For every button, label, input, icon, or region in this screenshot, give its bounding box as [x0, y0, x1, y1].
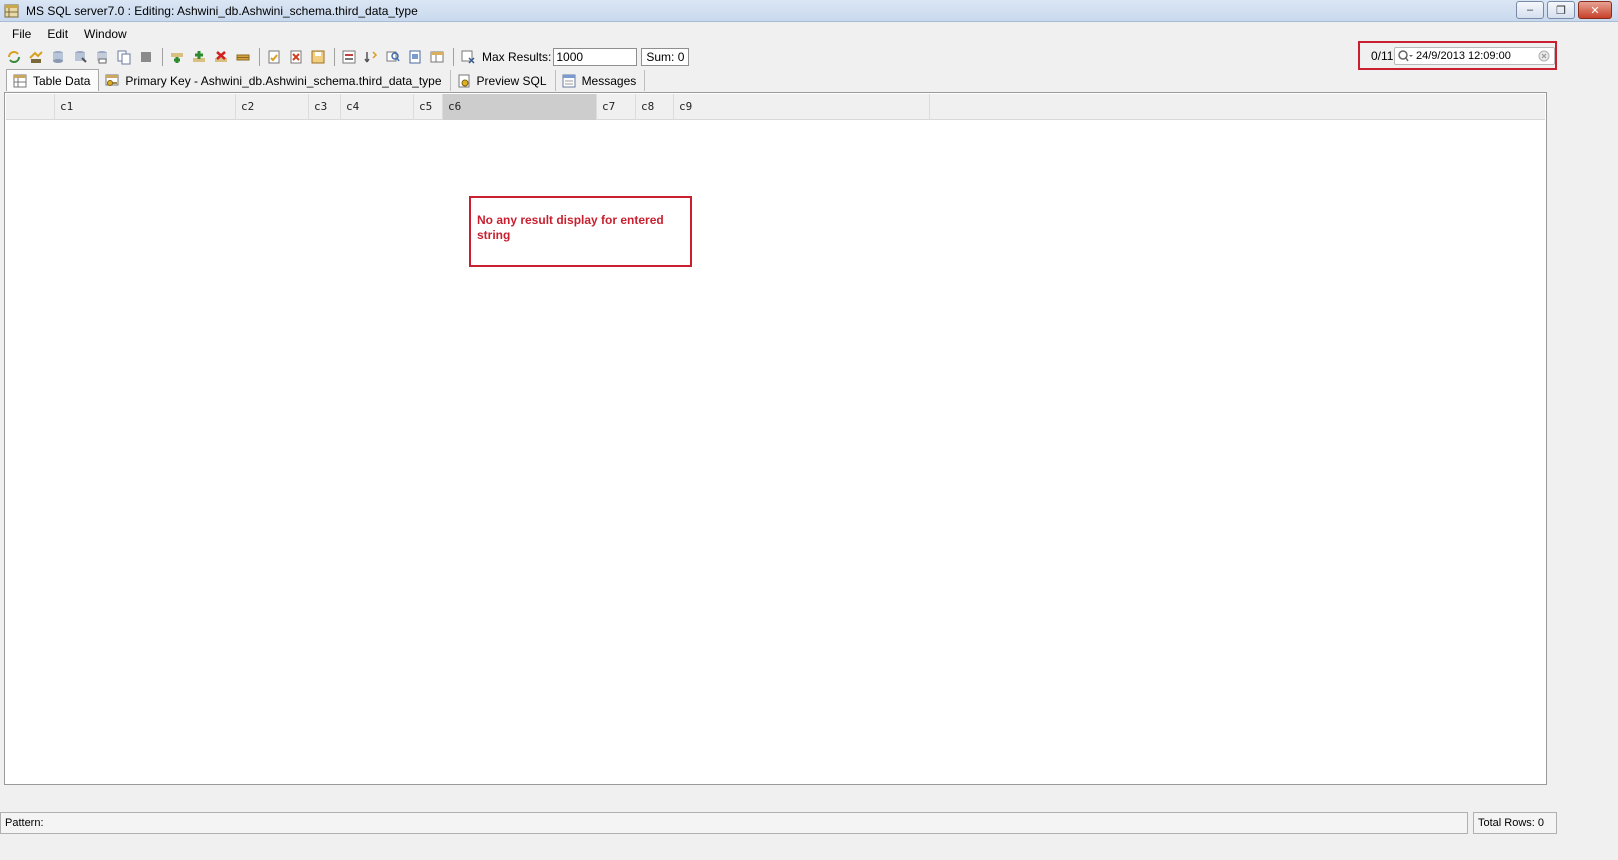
tab-preview-sql[interactable]: Preview SQL	[451, 70, 556, 91]
sum-display: Sum: 0	[641, 48, 690, 66]
tab-messages[interactable]: Messages	[556, 70, 646, 91]
search-group: 0/11 24/9/2013 12:09:00	[1358, 41, 1557, 70]
window-controls: – ❐ ✕	[1516, 1, 1612, 19]
title-bar: MS SQL server7.0 : Editing: Ashwini_db.A…	[0, 0, 1618, 22]
tab-label: Primary Key - Ashwini_db.Ashwini_schema.…	[125, 73, 442, 88]
search-icon[interactable]	[1396, 48, 1414, 64]
window-title: MS SQL server7.0 : Editing: Ashwini_db.A…	[26, 3, 418, 18]
max-results-label: Max Results:	[482, 50, 552, 64]
key-icon	[105, 74, 119, 88]
row-number-header[interactable]	[6, 94, 55, 120]
close-button[interactable]: ✕	[1578, 1, 1612, 19]
tab-label: Table Data	[33, 73, 91, 88]
toolbar-separator	[334, 48, 335, 66]
messages-icon	[562, 74, 576, 88]
tab-label: Messages	[581, 73, 637, 88]
add-row-icon[interactable]	[189, 47, 209, 67]
export-icon[interactable]	[48, 47, 68, 67]
grid-view-icon[interactable]	[427, 47, 447, 67]
column-header-c3[interactable]: c3	[309, 94, 341, 120]
app-icon	[4, 3, 20, 19]
find-icon[interactable]	[383, 47, 403, 67]
filter-icon[interactable]	[339, 47, 359, 67]
search-value[interactable]: 24/9/2013 12:09:00	[1416, 50, 1537, 62]
status-total-rows: Total Rows: 0	[1473, 812, 1557, 834]
status-pattern: Pattern:	[0, 812, 1468, 834]
edit-row-icon[interactable]	[233, 47, 253, 67]
status-bar: Pattern: Total Rows: 0	[0, 812, 1618, 834]
close-results-icon[interactable]	[458, 47, 478, 67]
save-icon[interactable]	[308, 47, 328, 67]
search-input[interactable]: 24/9/2013 12:09:00	[1394, 47, 1555, 65]
column-header-c1[interactable]: c1	[55, 94, 236, 120]
sort-icon[interactable]	[361, 47, 381, 67]
commit-icon[interactable]	[264, 47, 284, 67]
toolbar-separator	[162, 48, 163, 66]
tab-table-data[interactable]: Table Data	[6, 69, 100, 91]
toolbar-separator	[259, 48, 260, 66]
rollback-icon[interactable]	[286, 47, 306, 67]
stop-icon[interactable]	[136, 47, 156, 67]
annotation-callout: No any result display for entered string	[469, 196, 692, 267]
refresh-all-icon[interactable]	[26, 47, 46, 67]
column-header-c2[interactable]: c2	[236, 94, 309, 120]
column-header-c4[interactable]: c4	[341, 94, 414, 120]
clear-search-icon[interactable]	[1537, 49, 1551, 63]
table-icon	[13, 74, 27, 88]
refresh-icon[interactable]	[4, 47, 24, 67]
import-icon[interactable]	[70, 47, 90, 67]
copy-icon[interactable]	[114, 47, 134, 67]
results-grid[interactable]: c1 c2 c3 c4 c5 c6 c7 c8 c9	[4, 92, 1547, 785]
column-header-c6[interactable]: c6	[443, 94, 597, 120]
column-header-c9[interactable]: c9	[674, 94, 930, 120]
restore-button[interactable]: ❐	[1547, 1, 1575, 19]
tab-primary-key[interactable]: Primary Key - Ashwini_db.Ashwini_schema.…	[99, 70, 451, 91]
form-view-icon[interactable]	[405, 47, 425, 67]
toolbar-separator	[453, 48, 454, 66]
menu-edit[interactable]: Edit	[41, 25, 74, 43]
search-match-count: 0/11	[1371, 48, 1393, 63]
column-header-c7[interactable]: c7	[597, 94, 636, 120]
print-icon[interactable]	[92, 47, 112, 67]
tab-label: Preview SQL	[476, 73, 547, 88]
insert-row-icon[interactable]	[167, 47, 187, 67]
grid-header: c1 c2 c3 c4 c5 c6 c7 c8 c9	[6, 94, 1545, 120]
minimize-button[interactable]: –	[1516, 1, 1544, 19]
column-header-c5[interactable]: c5	[414, 94, 443, 120]
sql-icon	[457, 74, 471, 88]
column-header-c8[interactable]: c8	[636, 94, 674, 120]
menu-window[interactable]: Window	[78, 25, 133, 43]
delete-row-icon[interactable]	[211, 47, 231, 67]
max-results-input[interactable]	[553, 48, 638, 66]
menu-file[interactable]: File	[6, 25, 37, 43]
editor-tabs: Table Data Primary Key - Ashwini_db.Ashw…	[6, 69, 646, 91]
